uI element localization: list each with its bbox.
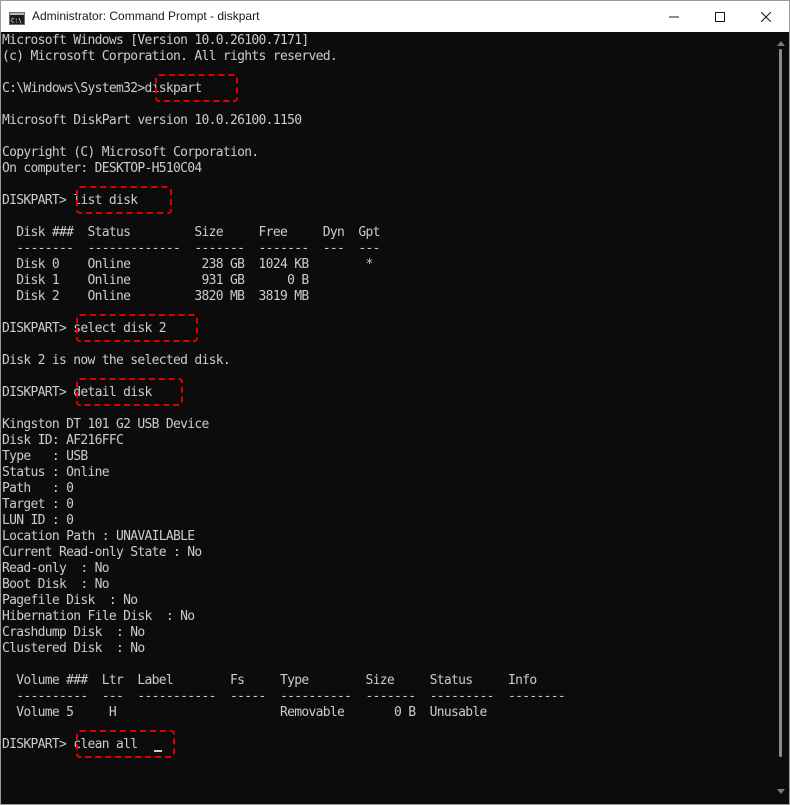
console-line: Disk 2 Online 3820 MB 3819 MB bbox=[2, 289, 309, 304]
console-line: Clustered Disk : No bbox=[2, 641, 145, 656]
text-cursor bbox=[154, 750, 162, 752]
highlight-select-disk-command bbox=[76, 314, 198, 342]
console-line: Disk 0 Online 238 GB 1024 KB * bbox=[2, 257, 373, 272]
minimize-icon bbox=[669, 16, 679, 17]
maximize-icon bbox=[715, 11, 725, 22]
console-line: Location Path : UNAVAILABLE bbox=[2, 529, 195, 544]
title-bar[interactable]: C:\ Administrator: Command Prompt - disk… bbox=[1, 1, 789, 32]
console-icon: C:\ bbox=[9, 10, 25, 25]
window-title: Administrator: Command Prompt - diskpart bbox=[32, 9, 260, 23]
scroll-up-icon[interactable] bbox=[777, 41, 785, 46]
console-output[interactable]: Microsoft Windows [Version 10.0.26100.71… bbox=[2, 33, 772, 804]
console-line: Current Read-only State : No bbox=[2, 545, 202, 560]
console-line: -------- ------------- ------- ------- -… bbox=[2, 241, 380, 256]
highlight-detail-disk-command bbox=[76, 378, 183, 406]
highlight-clean-all-command bbox=[76, 730, 175, 758]
console-line: Hibernation File Disk : No bbox=[2, 609, 195, 624]
highlight-diskpart-command bbox=[155, 74, 238, 102]
scroll-down-icon[interactable] bbox=[777, 789, 785, 794]
maximize-button[interactable] bbox=[697, 1, 743, 32]
console-line: Disk ID: AF216FFC bbox=[2, 433, 124, 448]
console-line: Kingston DT 101 G2 USB Device bbox=[2, 417, 209, 432]
console-line: Microsoft DiskPart version 10.0.26100.11… bbox=[2, 113, 302, 128]
console-line: Crashdump Disk : No bbox=[2, 625, 145, 640]
console-line: Microsoft Windows [Version 10.0.26100.71… bbox=[2, 33, 309, 48]
console-line: Disk ### Status Size Free Dyn Gpt bbox=[2, 225, 380, 240]
console-line: Boot Disk : No bbox=[2, 577, 110, 592]
console-line: Status : Online bbox=[2, 465, 110, 480]
vertical-scrollbar[interactable] bbox=[773, 33, 789, 804]
minimize-button[interactable] bbox=[651, 1, 697, 32]
close-button[interactable] bbox=[743, 1, 789, 32]
console-line: Disk 2 is now the selected disk. bbox=[2, 353, 231, 368]
console-line: Target : 0 bbox=[2, 497, 74, 512]
console-line: Read-only : No bbox=[2, 561, 110, 576]
console-line: Copyright (C) Microsoft Corporation. bbox=[2, 145, 259, 160]
console-line: LUN ID : 0 bbox=[2, 513, 74, 528]
console-line: ---------- --- ----------- ----- -------… bbox=[2, 689, 566, 704]
console-line: On computer: DESKTOP-H510C04 bbox=[2, 161, 202, 176]
highlight-list-disk-command bbox=[76, 186, 172, 214]
command-prompt-window: C:\ Administrator: Command Prompt - disk… bbox=[0, 0, 790, 805]
scrollbar-thumb[interactable] bbox=[779, 49, 782, 757]
close-icon bbox=[761, 11, 771, 22]
console-line: (c) Microsoft Corporation. All rights re… bbox=[2, 49, 338, 64]
console-line: Disk 1 Online 931 GB 0 B bbox=[2, 273, 309, 288]
console-line: Volume ### Ltr Label Fs Type Size Status… bbox=[2, 673, 537, 688]
console-line: Volume 5 H Removable 0 B Unusable bbox=[2, 705, 487, 720]
console-line: Path : 0 bbox=[2, 481, 74, 496]
console-line: Pagefile Disk : No bbox=[2, 593, 138, 608]
console-line: Type : USB bbox=[2, 449, 88, 464]
svg-text:C:\: C:\ bbox=[11, 18, 22, 25]
